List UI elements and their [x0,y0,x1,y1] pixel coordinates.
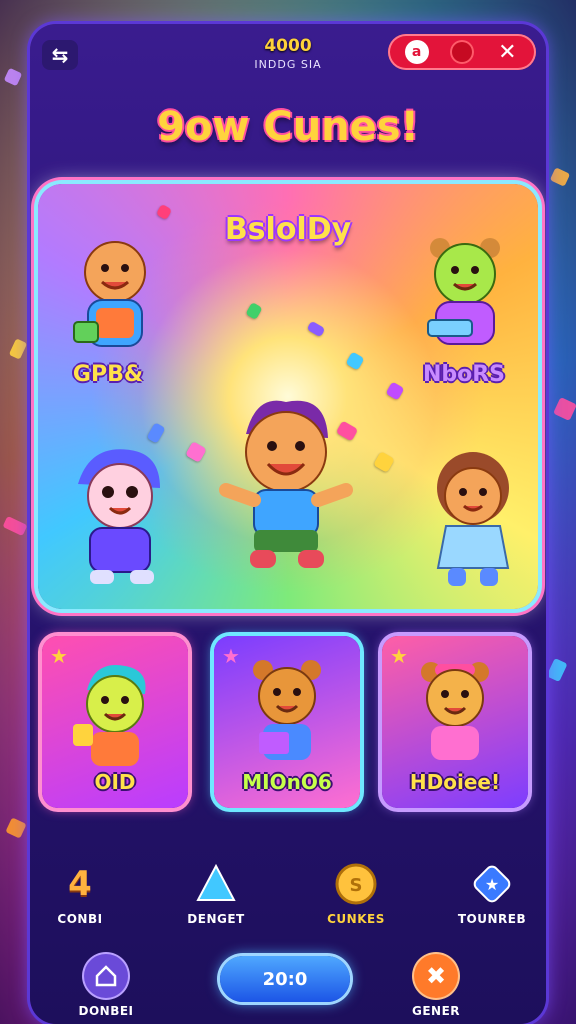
nav-item-conbi[interactable]: 4 CONBI [30,862,130,926]
bottom-bar: DONBEI 20:0 ✖ GENER [30,944,546,1024]
card-label: OID [94,770,136,794]
label-top-left: GPB& [72,362,144,387]
gem [373,451,395,473]
gem [306,320,326,338]
letter-a-button[interactable]: a [404,40,429,64]
bottom-nav: 4 CONBI DENGET S CUNKES ★ TOUNREB [30,862,546,942]
gem [385,381,405,401]
nav-item-donbei[interactable]: DONBEI [66,954,146,1018]
card-character-1 [73,665,146,766]
card-label: HDoiee! [409,770,501,794]
nav-item-tounreb[interactable]: ★ TOUNREB [442,862,542,926]
number-4-icon: 4 [68,864,92,904]
nav-label: GENER [411,1004,461,1018]
character-top-left[interactable] [60,234,170,364]
character-center[interactable] [216,394,356,584]
game-title: 9ow Cunes! [157,104,419,150]
card-oid[interactable]: ★ OID [42,636,188,808]
top-bar: ⇆ 4000 INDDG SIA a ✕ [30,24,546,94]
gem [185,441,207,463]
nav-label: CONBI [57,912,103,926]
nav-label: DONBEI [78,1004,134,1018]
label-top-right: NboRS [422,362,506,387]
nav-label: CUNKES [327,912,385,926]
character-bottom-left[interactable] [60,444,180,594]
gem [146,422,166,444]
triangle-gem-icon [194,862,238,906]
star-gem-icon: ★ [470,862,514,906]
card-hdoiee[interactable]: ★ HDoiee! [382,636,528,808]
nav-label: TOUNREB [457,912,527,926]
card-mionog[interactable]: ★ MIOnO6 [214,636,360,808]
nav-item-gener[interactable]: ✖ GENER [396,954,476,1018]
coin-icon: S [334,862,378,906]
gear-icon: ✖ [414,954,458,998]
character-bottom-right[interactable] [418,444,528,594]
game-frame: ⇆ 4000 INDDG SIA a ✕ 9ow Cunes! BslolDy [30,24,546,1024]
card-character-3 [421,662,489,760]
svg-text:S: S [350,875,363,896]
close-icon[interactable]: ✕ [495,40,519,65]
play-button[interactable]: 20:0 [220,956,350,1002]
nav-item-cunkes[interactable]: S CUNKES [306,862,406,926]
record-dot-icon[interactable] [449,40,474,64]
svg-text:★: ★ [485,875,499,894]
gem [345,351,365,371]
home-icon [84,954,128,998]
main-stage[interactable]: BslolDy GPB& NboRS [38,184,538,609]
control-pill: a ✕ [388,34,536,70]
card-label: MIOnO6 [242,770,332,794]
character-cards: ★ OID ★ MIOnO6 ★ HDoiee! [42,636,532,816]
gem [245,301,263,321]
card-character-2 [253,660,321,760]
nav-item-denget[interactable]: DENGET [166,862,266,926]
nav-label: DENGET [187,912,245,926]
character-top-right[interactable] [410,234,520,364]
